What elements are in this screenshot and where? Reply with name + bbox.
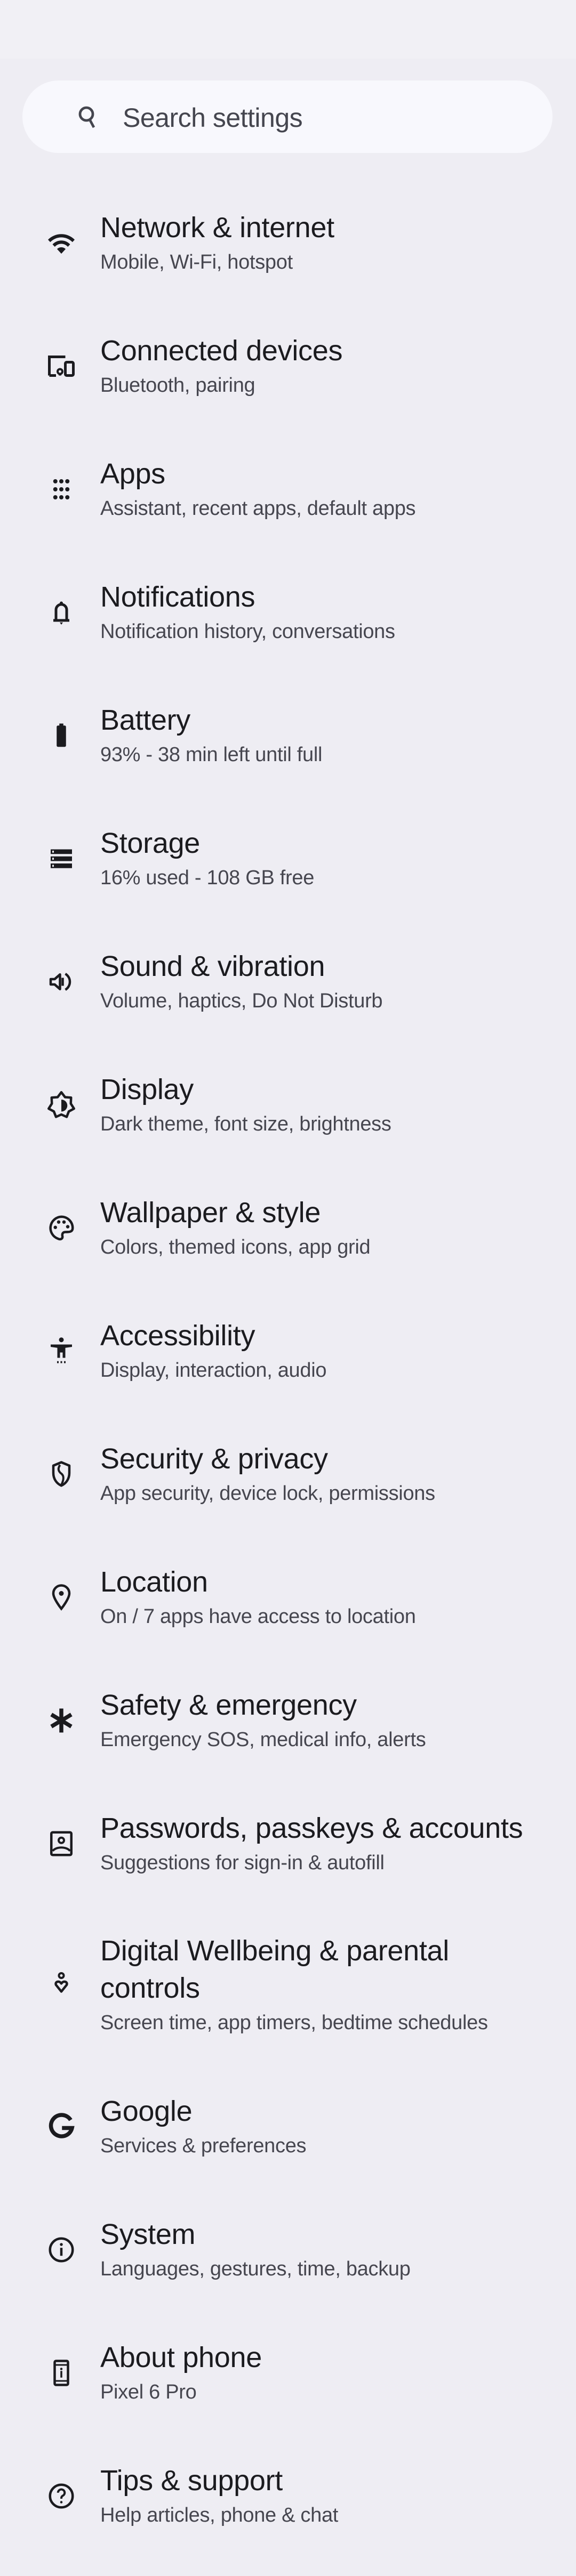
- location-pin-icon: [45, 1581, 77, 1613]
- settings-item-storage[interactable]: Storage 16% used - 108 GB free: [0, 797, 576, 920]
- settings-item-title: Network & internet: [100, 211, 334, 244]
- settings-item-network[interactable]: Network & internet Mobile, Wi-Fi, hotspo…: [0, 181, 576, 304]
- medical-asterisk-icon: [45, 1705, 77, 1737]
- devices-icon: [45, 350, 77, 382]
- settings-item-subtitle: Emergency SOS, medical info, alerts: [100, 1728, 426, 1751]
- accessibility-icon: [45, 1335, 77, 1367]
- settings-item-security[interactable]: Security & privacy App security, device …: [0, 1412, 576, 1536]
- settings-item-location[interactable]: Location On / 7 apps have access to loca…: [0, 1536, 576, 1659]
- settings-item-notifications[interactable]: Notifications Notification history, conv…: [0, 551, 576, 674]
- settings-item-subtitle: Assistant, recent apps, default apps: [100, 497, 416, 520]
- settings-item-title: Passwords, passkeys & accounts: [100, 1812, 523, 1844]
- settings-item-apps[interactable]: Apps Assistant, recent apps, default app…: [0, 427, 576, 551]
- settings-item-subtitle: Display, interaction, audio: [100, 1359, 327, 1382]
- settings-item-subtitle: Languages, gestures, time, backup: [100, 2257, 411, 2280]
- settings-item-title: Battery: [100, 704, 190, 736]
- settings-item-wallpaper[interactable]: Wallpaper & style Colors, themed icons, …: [0, 1166, 576, 1289]
- settings-item-subtitle: On / 7 apps have access to location: [100, 1605, 416, 1628]
- settings-item-display[interactable]: Display Dark theme, font size, brightnes…: [0, 1043, 576, 1166]
- settings-item-subtitle: Dark theme, font size, brightness: [100, 1112, 391, 1135]
- settings-item-title: Tips & support: [100, 2464, 283, 2497]
- settings-item-title: Digital Wellbeing & parental controls: [100, 1935, 449, 2004]
- settings-item-subtitle: Pixel 6 Pro: [100, 2380, 197, 2403]
- settings-item-subtitle: 93% - 38 min left until full: [100, 743, 323, 766]
- settings-item-title: Display: [100, 1073, 194, 1105]
- palette-icon: [45, 1212, 77, 1244]
- settings-item-subtitle: Volume, haptics, Do Not Disturb: [100, 989, 383, 1012]
- settings-item-title: Apps: [100, 457, 165, 490]
- settings-item-subtitle: App security, device lock, permissions: [100, 1482, 435, 1505]
- settings-item-subtitle: 16% used - 108 GB free: [100, 866, 315, 889]
- volume-icon: [45, 966, 77, 998]
- phone-info-icon: [45, 2357, 77, 2389]
- info-circle-icon: [45, 2234, 77, 2266]
- settings-item-title: About phone: [100, 2341, 262, 2373]
- settings-item-title: Location: [100, 1565, 208, 1598]
- bell-icon: [45, 596, 77, 628]
- settings-item-title: Security & privacy: [100, 1442, 328, 1475]
- settings-item-title: Connected devices: [100, 334, 343, 367]
- settings-item-subtitle: Screen time, app timers, bedtime schedul…: [100, 2012, 488, 2034]
- account-box-icon: [45, 1828, 77, 1860]
- storage-icon: [45, 843, 77, 875]
- search-icon: [76, 104, 101, 130]
- settings-item-subtitle: Notification history, conversations: [100, 620, 395, 643]
- help-circle-icon: [45, 2480, 77, 2512]
- status-bar-area: [0, 0, 576, 59]
- settings-item-title: Google: [100, 2095, 193, 2127]
- settings-list: Network & internet Mobile, Wi-Fi, hotspo…: [0, 181, 576, 2557]
- settings-item-subtitle: Colors, themed icons, app grid: [100, 1235, 371, 1258]
- settings-item-title: Safety & emergency: [100, 1689, 357, 1721]
- battery-icon: [45, 720, 77, 752]
- settings-item-system[interactable]: System Languages, gestures, time, backup: [0, 2188, 576, 2311]
- settings-item-title: System: [100, 2218, 196, 2250]
- settings-item-subtitle: Help articles, phone & chat: [100, 2504, 339, 2526]
- settings-item-subtitle: Mobile, Wi-Fi, hotspot: [100, 251, 293, 273]
- settings-item-subtitle: Bluetooth, pairing: [100, 374, 255, 397]
- wifi-icon: [45, 227, 77, 259]
- settings-item-digital-wellbeing[interactable]: Digital Wellbeing & parental controls Sc…: [0, 1905, 576, 2065]
- wellbeing-icon: [45, 1969, 77, 2001]
- apps-grid-icon: [45, 473, 77, 505]
- settings-item-connected-devices[interactable]: Connected devices Bluetooth, pairing: [0, 304, 576, 427]
- search-placeholder: Search settings: [123, 103, 303, 133]
- settings-item-battery[interactable]: Battery 93% - 38 min left until full: [0, 674, 576, 797]
- settings-item-subtitle: Suggestions for sign-in & autofill: [100, 1851, 385, 1874]
- settings-item-google[interactable]: Google Services & preferences: [0, 2065, 576, 2188]
- settings-item-passwords[interactable]: Passwords, passkeys & accounts Suggestio…: [0, 1782, 576, 1905]
- search-settings-bar[interactable]: Search settings: [22, 80, 553, 153]
- settings-item-title: Sound & vibration: [100, 950, 325, 982]
- settings-item-title: Wallpaper & style: [100, 1196, 321, 1229]
- settings-item-tips-support[interactable]: Tips & support Help articles, phone & ch…: [0, 2434, 576, 2557]
- settings-item-title: Accessibility: [100, 1319, 255, 1352]
- settings-item-title: Notifications: [100, 580, 255, 613]
- google-g-icon: [45, 2111, 77, 2143]
- settings-item-subtitle: Services & preferences: [100, 2134, 307, 2157]
- settings-item-accessibility[interactable]: Accessibility Display, interaction, audi…: [0, 1289, 576, 1412]
- settings-item-about-phone[interactable]: About phone Pixel 6 Pro: [0, 2311, 576, 2434]
- brightness-icon: [45, 1089, 77, 1121]
- settings-item-title: Storage: [100, 827, 201, 859]
- shield-icon: [45, 1458, 77, 1490]
- settings-item-safety[interactable]: Safety & emergency Emergency SOS, medica…: [0, 1659, 576, 1782]
- settings-item-sound[interactable]: Sound & vibration Volume, haptics, Do No…: [0, 920, 576, 1043]
